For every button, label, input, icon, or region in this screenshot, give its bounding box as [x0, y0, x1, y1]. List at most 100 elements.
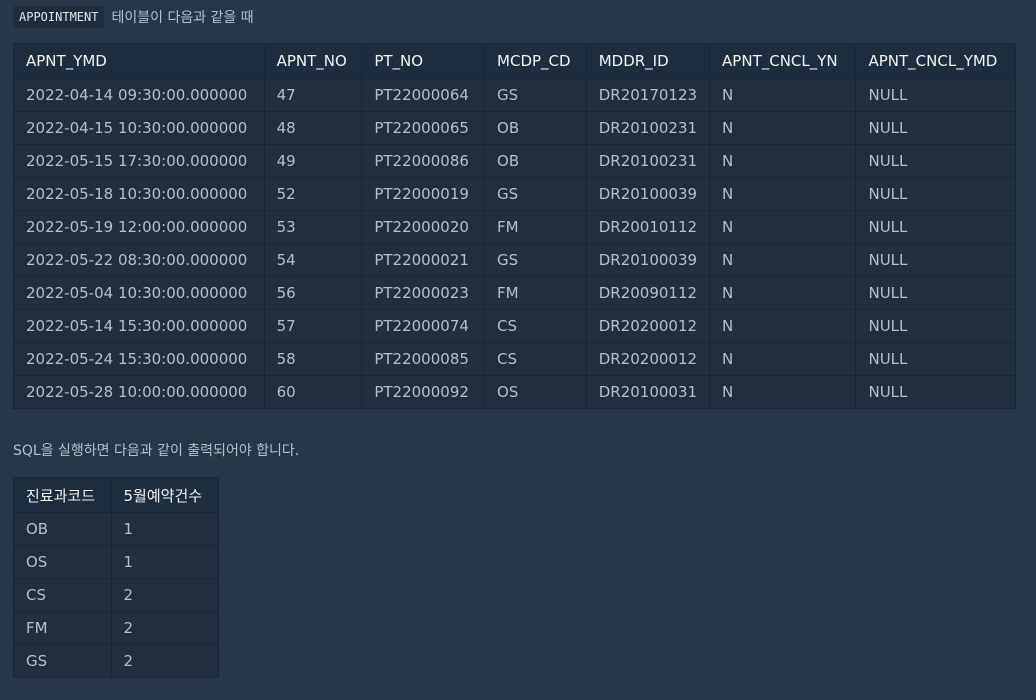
table-row: 2022-05-04 10:30:00.000000 56 PT22000023 FM… — [13, 276, 1016, 310]
appointment-table: APNT_YMD APNT_NO PT_NO MCDP_CD MDDR_ID A… — [13, 43, 1016, 409]
table-cell: 48 — [263, 111, 363, 145]
table-cell: FM — [484, 210, 587, 244]
table-cell: 2022-04-15 10:30:00.000000 — [13, 111, 265, 145]
table-row: 2022-05-24 15:30:00.000000 58 PT22000085 CS… — [13, 342, 1016, 376]
col-header: APNT_CNCL_YMD — [855, 43, 1016, 79]
table-cell: NULL — [855, 276, 1016, 310]
table-cell: N — [709, 276, 857, 310]
table-cell: GS — [484, 177, 587, 211]
intro-line: APPOINTMENT 테이블이 다음과 같을 때 — [13, 6, 254, 28]
table-cell: 58 — [263, 342, 363, 376]
table-cell: 2022-05-18 10:30:00.000000 — [13, 177, 265, 211]
table-row: GS 2 — [13, 644, 220, 678]
table-cell: N — [709, 144, 857, 178]
table-cell: PT22000074 — [361, 309, 486, 343]
table-row: OS 1 — [13, 545, 220, 579]
table-row: CS 2 — [13, 578, 220, 612]
table-row: 2022-05-28 10:00:00.000000 60 PT22000092 OS… — [13, 375, 1016, 409]
result-intro: SQL을 실행하면 다음과 같이 출력되어야 합니다. — [13, 443, 300, 459]
table-cell: 54 — [263, 243, 363, 277]
table-cell: PT22000021 — [361, 243, 486, 277]
table-cell: 53 — [263, 210, 363, 244]
table-cell: 1 — [110, 512, 220, 546]
table-cell: NULL — [855, 309, 1016, 343]
table-cell: PT22000023 — [361, 276, 486, 310]
table-cell: PT22000019 — [361, 177, 486, 211]
table-cell: NULL — [855, 111, 1016, 145]
table-cell: 2 — [110, 611, 220, 645]
table-cell: CS — [13, 578, 112, 612]
table-cell: NULL — [855, 375, 1016, 409]
table-name-code: APPOINTMENT — [13, 6, 105, 28]
col-header: MCDP_CD — [484, 43, 587, 79]
table-row: 2022-05-18 10:30:00.000000 52 PT22000019 GS… — [13, 177, 1016, 211]
result-table: 진료과코드 5월예약건수 OB 1 OS 1 CS 2 FM 2 GS 2 — [13, 477, 220, 678]
table-cell: 2022-05-22 08:30:00.000000 — [13, 243, 265, 277]
table-cell: PT22000065 — [361, 111, 486, 145]
table-cell: FM — [484, 276, 587, 310]
table-cell: 56 — [263, 276, 363, 310]
col-header: APNT_NO — [263, 43, 363, 79]
table-cell: NULL — [855, 78, 1016, 112]
table-row: 2022-05-22 08:30:00.000000 54 PT22000021 GS… — [13, 243, 1016, 277]
table-cell: 57 — [263, 309, 363, 343]
table-cell: OB — [13, 512, 112, 546]
table-cell: 2022-05-19 12:00:00.000000 — [13, 210, 265, 244]
table-cell: N — [709, 111, 857, 145]
table-cell: 2022-05-14 15:30:00.000000 — [13, 309, 265, 343]
table-cell: DR20100231 — [585, 111, 711, 145]
table-cell: 2022-04-14 09:30:00.000000 — [13, 78, 265, 112]
table-cell: 2022-05-15 17:30:00.000000 — [13, 144, 265, 178]
table-cell: DR20100231 — [585, 144, 711, 178]
table-cell: NULL — [855, 243, 1016, 277]
table-cell: NULL — [855, 210, 1016, 244]
table-cell: 1 — [110, 545, 220, 579]
col-header: PT_NO — [361, 43, 486, 79]
table-row: 2022-05-15 17:30:00.000000 49 PT22000086 OB… — [13, 144, 1016, 178]
table-row: OB 1 — [13, 512, 220, 546]
table-cell: 49 — [263, 144, 363, 178]
table-cell: PT22000020 — [361, 210, 486, 244]
table-cell: DR20100039 — [585, 177, 711, 211]
table-cell: N — [709, 375, 857, 409]
table-row: 2022-04-14 09:30:00.000000 47 PT22000064 GS… — [13, 78, 1016, 112]
table-cell: NULL — [855, 177, 1016, 211]
result-header-row: 진료과코드 5월예약건수 — [13, 477, 220, 513]
table-cell: GS — [484, 78, 587, 112]
intro-text: 테이블이 다음과 같을 때 — [111, 10, 254, 26]
table-row: 2022-05-19 12:00:00.000000 53 PT22000020 FM… — [13, 210, 1016, 244]
table-cell: OB — [484, 111, 587, 145]
col-header: APNT_YMD — [13, 43, 265, 79]
table-cell: PT22000085 — [361, 342, 486, 376]
table-cell: NULL — [855, 342, 1016, 376]
table-cell: GS — [484, 243, 587, 277]
col-header: 5월예약건수 — [110, 477, 220, 513]
col-header: MDDR_ID — [585, 43, 711, 79]
table-cell: NULL — [855, 144, 1016, 178]
table-cell: FM — [13, 611, 112, 645]
table-row: FM 2 — [13, 611, 220, 645]
table-cell: N — [709, 342, 857, 376]
table-cell: DR20200012 — [585, 342, 711, 376]
table-cell: DR20200012 — [585, 309, 711, 343]
table-cell: OS — [13, 545, 112, 579]
col-header: APNT_CNCL_YN — [709, 43, 857, 79]
table-cell: DR20100031 — [585, 375, 711, 409]
appointment-header-row: APNT_YMD APNT_NO PT_NO MCDP_CD MDDR_ID A… — [13, 43, 1016, 79]
table-cell: OS — [484, 375, 587, 409]
table-cell: 2 — [110, 644, 220, 678]
col-header: 진료과코드 — [13, 477, 112, 513]
table-cell: 2022-05-24 15:30:00.000000 — [13, 342, 265, 376]
table-cell: N — [709, 78, 857, 112]
table-cell: 52 — [263, 177, 363, 211]
table-cell: N — [709, 243, 857, 277]
table-cell: OB — [484, 144, 587, 178]
table-cell: 47 — [263, 78, 363, 112]
table-row: 2022-05-14 15:30:00.000000 57 PT22000074 CS… — [13, 309, 1016, 343]
table-cell: DR20170123 — [585, 78, 711, 112]
table-cell: 2022-05-28 10:00:00.000000 — [13, 375, 265, 409]
table-row: 2022-04-15 10:30:00.000000 48 PT22000065 OB… — [13, 111, 1016, 145]
table-cell: CS — [484, 309, 587, 343]
table-cell: 2022-05-04 10:30:00.000000 — [13, 276, 265, 310]
table-cell: DR20010112 — [585, 210, 711, 244]
